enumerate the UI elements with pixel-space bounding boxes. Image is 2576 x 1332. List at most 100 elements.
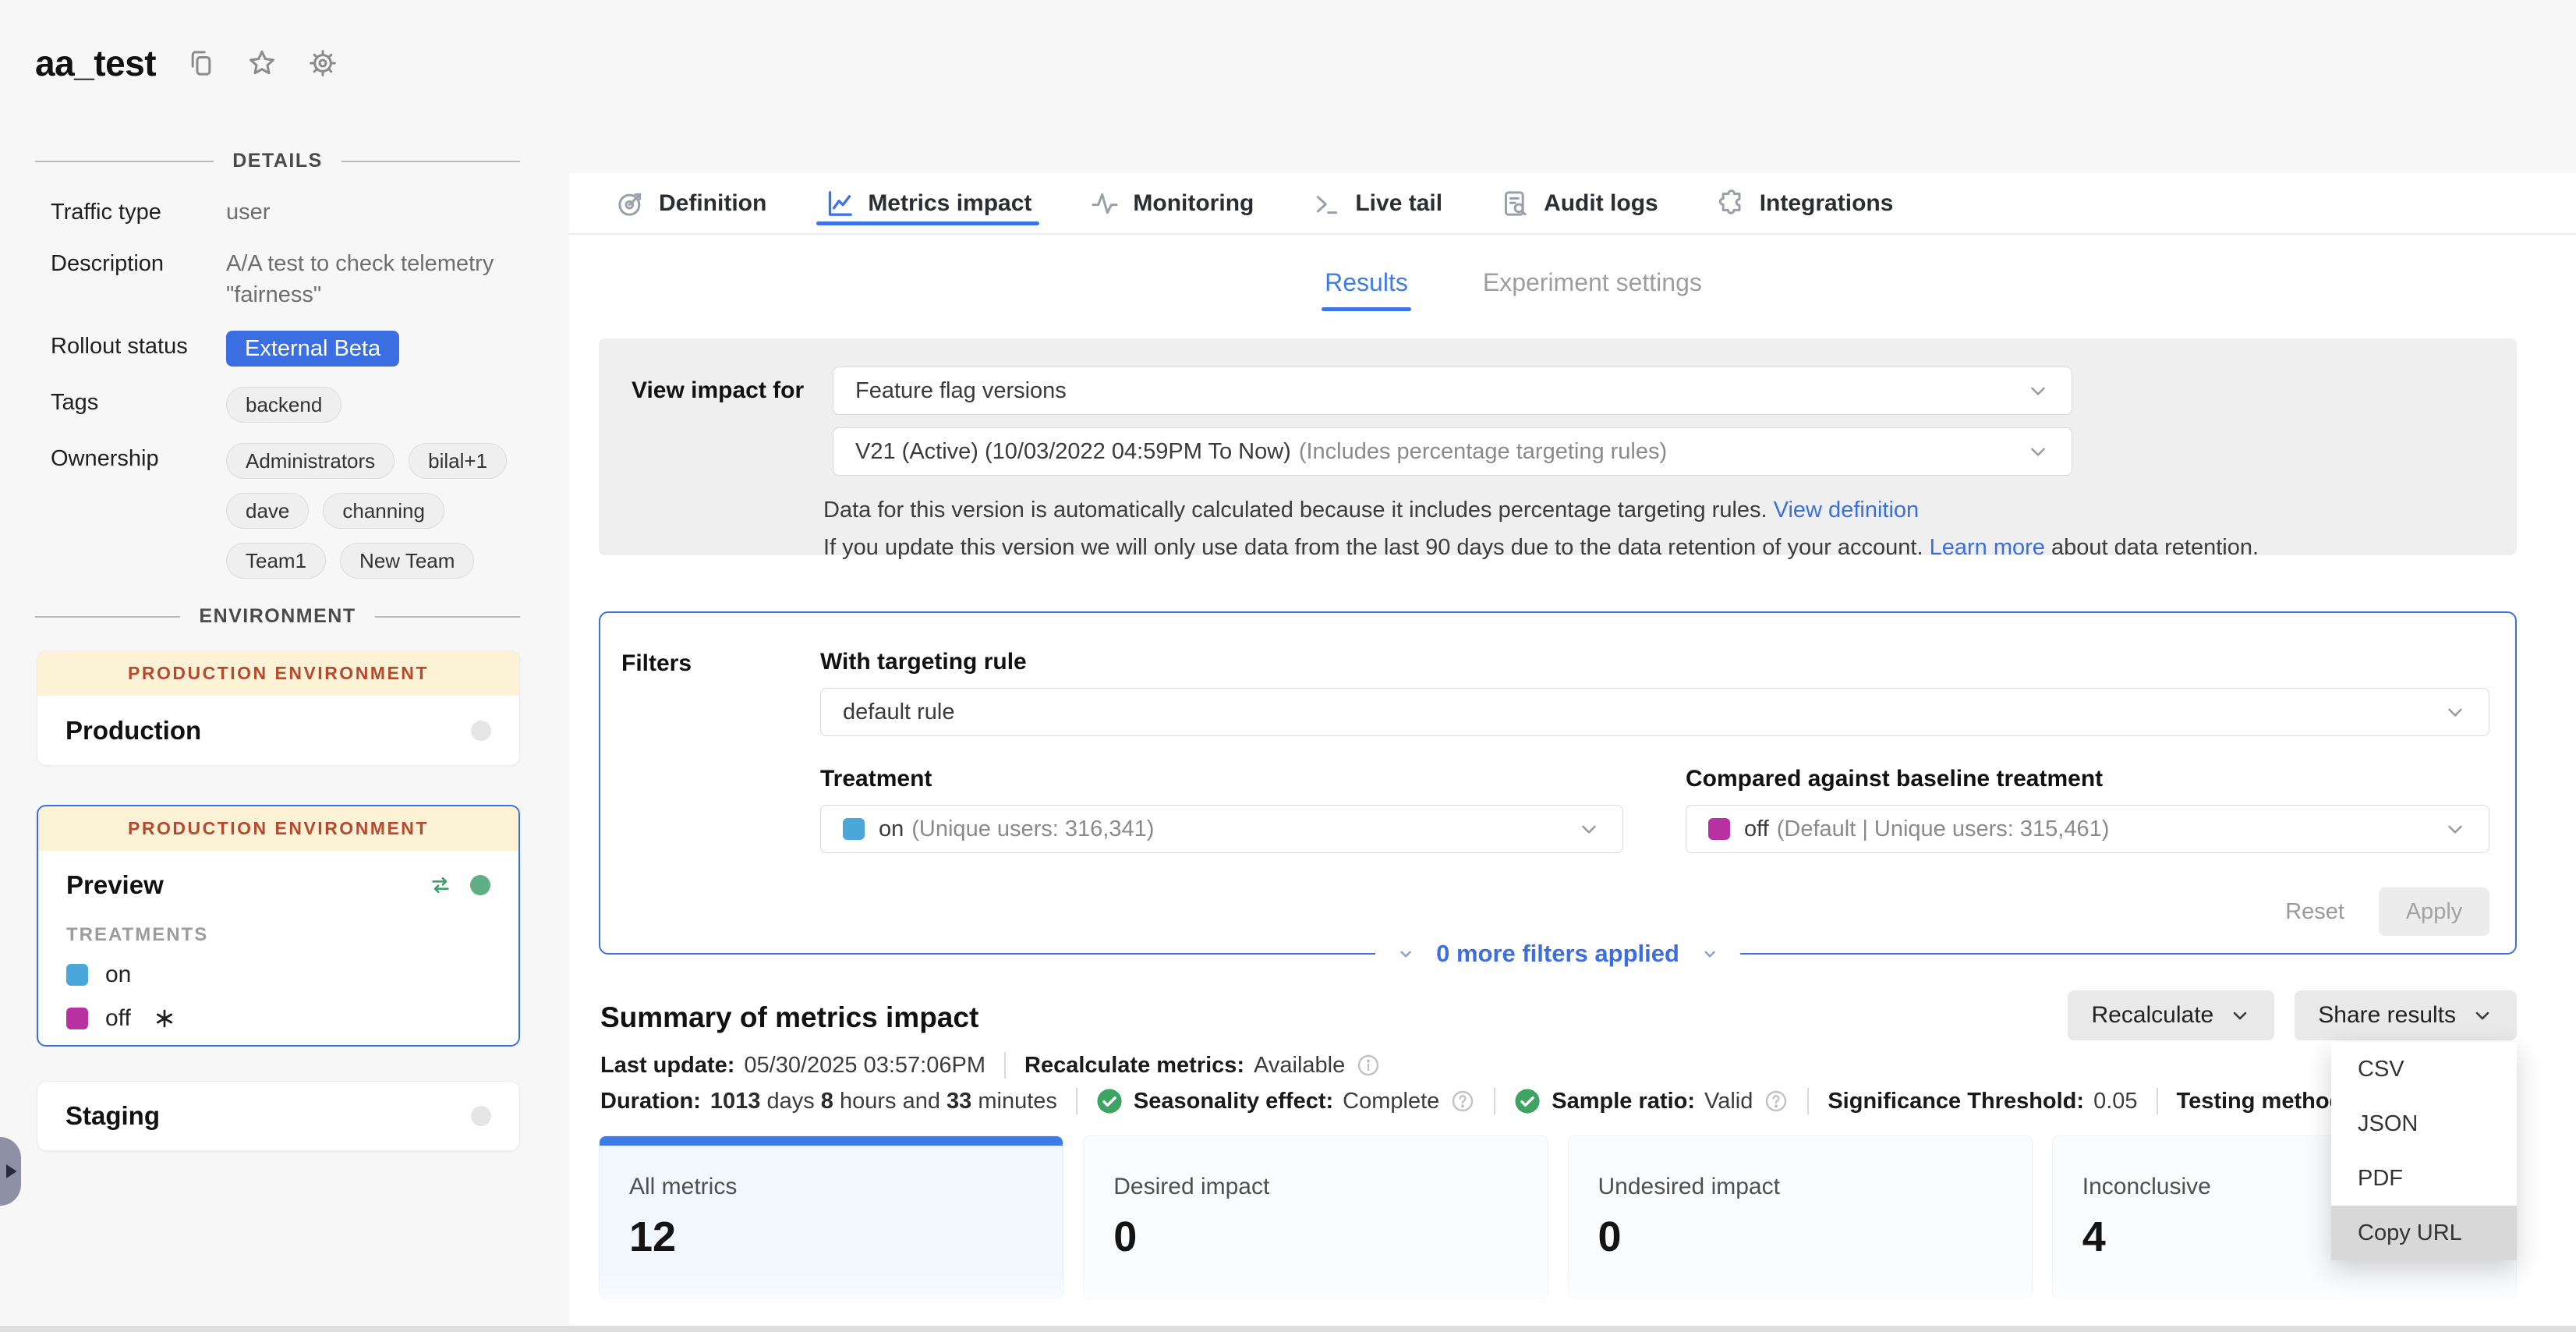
gear-icon[interactable] [307,48,338,79]
star-icon[interactable] [246,48,278,79]
sample-ratio-value: Valid [1704,1089,1753,1114]
rollout-status-label: Rollout status [51,331,226,362]
card-undesired-impact[interactable]: Undesired impact 0 [1568,1135,2033,1298]
data-retention-note: If you update this version we will only … [823,535,1923,560]
menu-item-csv[interactable]: CSV [2331,1042,2517,1096]
tab-label: Live tail [1355,190,1442,217]
treatment-off-label: off [105,1005,131,1032]
check-circle-icon [1514,1088,1541,1114]
swap-arrows-icon [428,873,453,898]
targeting-rule-dropdown[interactable]: default rule [820,688,2489,736]
treatment-dropdown[interactable]: on (Unique users: 316,341) [820,805,1623,853]
divider-line [375,616,520,618]
version-dropdown[interactable]: V21 (Active) (10/03/2022 04:59PM To Now)… [833,427,2072,476]
separator [1494,1088,1495,1114]
duration-minutes: 33 [947,1089,971,1114]
learn-more-link[interactable]: Learn more [1930,535,2045,560]
last-update-label: Last update: [600,1053,734,1079]
env-active-dot [470,875,490,895]
card-label: Undesired impact [1598,1174,2032,1200]
share-results-button[interactable]: Share results [2295,990,2517,1040]
owner-chip[interactable]: Team1 [226,543,326,579]
env-name-preview: Preview [66,870,164,900]
help-icon[interactable] [1764,1089,1789,1114]
baseline-note: (Default | Unique users: 315,461) [1777,817,2110,842]
description-value: A/A test to check telemetry "fairness" [226,248,522,310]
separator [1076,1088,1077,1114]
significance-threshold-label: Significance Threshold: [1828,1089,2084,1114]
ownership-label: Ownership [51,443,226,474]
line-chart-icon [824,188,855,219]
tab-audit-logs[interactable]: Audit logs [1500,173,1658,233]
window-bottom-edge [0,1326,2576,1332]
impact-type-dropdown[interactable]: Feature flag versions [833,367,2072,415]
card-all-metrics[interactable]: All metrics 12 [599,1135,1063,1298]
env-name-production: Production [65,716,201,746]
subtab-results[interactable]: Results [1325,268,1408,297]
sidebar: aa_test DETAILS Traffic type user Descri… [0,0,569,1332]
last-update-value: 05/30/2025 03:57:06PM [744,1053,985,1079]
menu-item-copy-url[interactable]: Copy URL [2331,1206,2517,1260]
share-results-button-label: Share results [2318,1002,2456,1029]
env-card-preview[interactable]: PRODUCTION ENVIRONMENT Preview TREATMENT… [37,805,520,1047]
treatment-note: (Unique users: 316,341) [911,817,1154,842]
subtab-experiment-settings[interactable]: Experiment settings [1483,268,1702,297]
chevron-down-icon [2229,1004,2251,1026]
seasonality-value: Complete [1343,1089,1439,1114]
filters-panel: Filters With targeting rule default rule… [599,611,2517,955]
env-card-staging[interactable]: Staging [37,1081,520,1151]
target-icon [615,188,646,219]
chevron-down-icon [1577,817,1601,841]
help-icon[interactable] [1450,1089,1475,1114]
sidebar-collapse-handle[interactable] [0,1137,21,1206]
version-auto-note: Data for this version is automatically c… [823,498,1767,523]
menu-item-pdf[interactable]: PDF [2331,1151,2517,1206]
default-treatment-asterisk-icon [153,1007,176,1030]
separator [1004,1052,1006,1079]
card-value: 0 [1113,1213,1547,1261]
owner-chip[interactable]: dave [226,493,309,529]
recalculate-button[interactable]: Recalculate [2068,990,2274,1040]
pulse-icon [1089,188,1120,219]
duration-label: Duration: [600,1089,701,1114]
divider-line [35,616,180,618]
separator [2157,1088,2158,1114]
tab-definition[interactable]: Definition [615,173,766,233]
tab-label: Integrations [1760,190,1894,217]
treatment-value: on [879,817,904,842]
tag-chip[interactable]: backend [226,387,341,423]
card-value: 0 [1598,1213,2032,1261]
tab-metrics-impact[interactable]: Metrics impact [824,173,1031,233]
version-value: V21 (Active) (10/03/2022 04:59PM To Now) [855,439,1291,465]
targeting-rule-label: With targeting rule [820,649,2489,675]
owner-chip[interactable]: Administrators [226,443,395,479]
details-divider: DETAILS [35,150,520,172]
owner-chip[interactable]: New Team [340,543,474,579]
owner-chip[interactable]: bilal+1 [409,443,507,479]
treatment-label: Treatment [820,766,1623,792]
tab-integrations[interactable]: Integrations [1716,173,1894,233]
reset-button[interactable]: Reset [2285,899,2344,925]
more-filters-label: 0 more filters applied [1436,940,1679,968]
copy-icon[interactable] [186,48,217,79]
more-filters-toggle[interactable]: 0 more filters applied [1375,936,1740,972]
treatment-on-label: on [105,962,131,988]
baseline-value: off [1744,817,1769,842]
apply-button[interactable]: Apply [2379,887,2489,936]
view-definition-link[interactable]: View definition [1774,498,1919,523]
owner-chip[interactable]: channing [323,493,444,529]
env-card-production[interactable]: PRODUCTION ENVIRONMENT Production [37,650,520,766]
description-label: Description [51,248,226,279]
baseline-treatment-dropdown[interactable]: off (Default | Unique users: 315,461) [1686,805,2489,853]
info-icon[interactable] [1356,1053,1381,1078]
environment-heading: ENVIRONMENT [199,605,356,628]
chevron-down-icon [2026,379,2050,402]
divider-line [341,161,520,162]
view-impact-label: View impact for [632,377,833,404]
tab-label: Definition [659,190,766,217]
menu-item-json[interactable]: JSON [2331,1096,2517,1151]
tab-monitoring[interactable]: Monitoring [1089,173,1254,233]
card-desired-impact[interactable]: Desired impact 0 [1083,1135,1548,1298]
tab-live-tail[interactable]: Live tail [1311,173,1442,233]
treatment-off-swatch [66,1008,88,1029]
